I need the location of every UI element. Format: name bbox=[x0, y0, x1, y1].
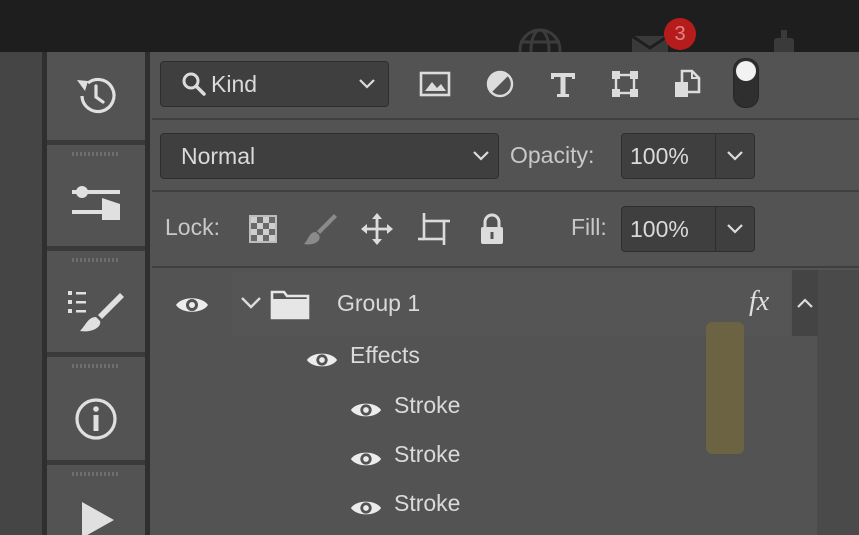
filter-kind-label: Kind bbox=[211, 70, 258, 97]
scroll-up-button[interactable] bbox=[792, 270, 818, 336]
panel-grip[interactable] bbox=[72, 364, 120, 368]
stroke-effect-label[interactable]: Stroke bbox=[394, 392, 460, 419]
fill-field[interactable]: 100% bbox=[621, 206, 755, 252]
filter-shape-button[interactable] bbox=[606, 66, 644, 102]
chevron-down-icon bbox=[241, 297, 261, 309]
info-button[interactable] bbox=[47, 378, 145, 460]
divider bbox=[152, 190, 859, 192]
fill-value: 100% bbox=[630, 215, 689, 242]
brush-presets-icon bbox=[68, 291, 124, 332]
opacity-label: Opacity: bbox=[510, 142, 595, 168]
lock-all-button[interactable] bbox=[474, 210, 510, 248]
search-icon bbox=[182, 72, 206, 96]
group-expand-toggle[interactable] bbox=[238, 290, 264, 316]
notification-count: 3 bbox=[674, 22, 686, 45]
opacity-value: 100% bbox=[630, 142, 689, 169]
panel-grip[interactable] bbox=[72, 152, 120, 156]
lock-all-icon bbox=[481, 213, 503, 244]
blend-mode-value: Normal bbox=[181, 142, 256, 169]
smart-object-filter-icon bbox=[675, 69, 701, 97]
type-filter-icon bbox=[551, 73, 575, 97]
eye-icon bbox=[306, 353, 338, 367]
lock-position-icon bbox=[361, 213, 393, 245]
eye-icon bbox=[176, 298, 208, 312]
globe-icon[interactable] bbox=[516, 26, 564, 52]
blend-mode-dropdown[interactable]: Normal bbox=[160, 133, 499, 179]
stroke-effect-label[interactable]: Stroke bbox=[394, 441, 460, 468]
brush-presets-button[interactable] bbox=[47, 272, 145, 352]
notification-badge: 3 bbox=[664, 18, 696, 50]
filter-toggle[interactable] bbox=[733, 58, 759, 108]
lock-image-pixels-icon bbox=[304, 214, 337, 245]
tool-divider bbox=[47, 140, 145, 145]
stroke-visibility-toggle[interactable] bbox=[347, 445, 385, 473]
adjustments-icon bbox=[72, 186, 120, 220]
filter-adjustment-button[interactable] bbox=[481, 66, 519, 102]
folder-icon bbox=[270, 288, 310, 320]
effects-visibility-toggle[interactable] bbox=[303, 346, 341, 374]
chevron-up-icon bbox=[797, 298, 813, 308]
eye-icon bbox=[350, 501, 382, 515]
group-name[interactable]: Group 1 bbox=[337, 290, 420, 317]
chevron-down-icon bbox=[473, 151, 489, 161]
layers-scrollbar[interactable] bbox=[817, 270, 859, 535]
history-icon bbox=[77, 77, 116, 114]
adjustments-button[interactable] bbox=[47, 166, 145, 246]
share-icon[interactable] bbox=[770, 30, 798, 52]
top-bar: 3 bbox=[0, 0, 859, 52]
fill-label: Fill: bbox=[571, 214, 607, 240]
panel-grip[interactable] bbox=[72, 258, 120, 262]
lock-image-pixels-button[interactable] bbox=[300, 210, 340, 248]
fill-dropdown-button[interactable] bbox=[715, 207, 754, 251]
image-filter-icon bbox=[419, 71, 451, 97]
history-button[interactable] bbox=[47, 52, 145, 140]
divider bbox=[152, 118, 859, 120]
chevron-down-icon bbox=[727, 224, 743, 234]
actions-play-button[interactable] bbox=[47, 488, 145, 535]
lock-label: Lock: bbox=[165, 214, 220, 240]
lock-transparent-pixels-icon bbox=[249, 215, 277, 243]
opacity-dropdown-button[interactable] bbox=[715, 134, 754, 178]
opacity-field[interactable]: 100% bbox=[621, 133, 755, 179]
chevron-down-icon bbox=[359, 79, 375, 89]
tool-divider bbox=[47, 352, 145, 357]
filter-pixel-button[interactable] bbox=[416, 66, 454, 102]
tool-divider bbox=[47, 246, 145, 251]
layer-thumbnail bbox=[706, 322, 744, 454]
lock-position-button[interactable] bbox=[358, 210, 396, 248]
filter-toggle-knob bbox=[736, 61, 756, 81]
tool-divider bbox=[47, 460, 145, 465]
filter-smart-object-button[interactable] bbox=[668, 66, 706, 102]
group-visibility-toggle[interactable] bbox=[172, 290, 212, 320]
stroke-visibility-toggle[interactable] bbox=[347, 396, 385, 424]
fx-icon[interactable]: fx bbox=[749, 286, 769, 318]
lock-transparent-pixels-button[interactable] bbox=[246, 212, 280, 246]
stroke-visibility-toggle[interactable] bbox=[347, 494, 385, 522]
lock-artboard-icon bbox=[418, 213, 450, 245]
stroke-effect-label[interactable]: Stroke bbox=[394, 490, 460, 517]
eye-icon bbox=[350, 452, 382, 466]
eye-icon bbox=[350, 403, 382, 417]
lock-artboard-button[interactable] bbox=[414, 210, 454, 248]
divider bbox=[152, 266, 859, 268]
filter-type-button[interactable] bbox=[544, 66, 582, 102]
left-panel bbox=[0, 52, 42, 535]
adjustment-filter-icon bbox=[486, 70, 514, 98]
play-actions-icon bbox=[82, 502, 114, 535]
effects-label[interactable]: Effects bbox=[350, 342, 420, 369]
panel-grip[interactable] bbox=[72, 472, 120, 476]
shape-filter-icon bbox=[612, 71, 638, 97]
chevron-down-icon bbox=[727, 151, 743, 161]
filter-kind-dropdown[interactable]: Kind bbox=[160, 61, 389, 107]
info-icon bbox=[75, 398, 117, 440]
